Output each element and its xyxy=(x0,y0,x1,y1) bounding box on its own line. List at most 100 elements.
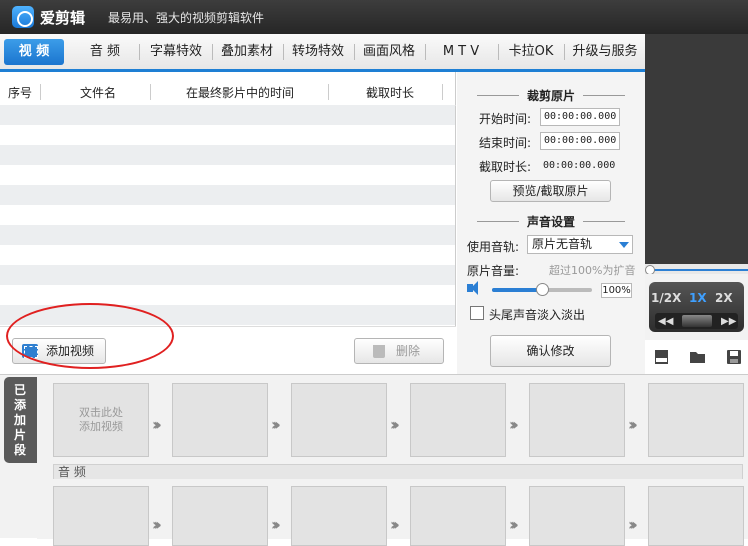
tab-separator xyxy=(139,44,140,60)
transition-arrow-icon: ››› xyxy=(390,515,400,534)
clip-slot[interactable] xyxy=(53,486,149,546)
tab-overlay-material[interactable]: 叠加素材 xyxy=(216,39,278,65)
column-cut-duration[interactable]: 截取时长 xyxy=(366,84,414,101)
tab-separator xyxy=(283,44,284,60)
table-header: 序号 文件名 在最终影片中的时间 截取时长 xyxy=(0,76,456,106)
table-row xyxy=(0,225,455,245)
clip-slot[interactable] xyxy=(529,383,625,457)
clip-slot[interactable] xyxy=(172,383,268,457)
title-bar: 爱剪辑 最易用、强大的视频剪辑软件 xyxy=(0,0,748,34)
table-row xyxy=(0,305,455,325)
clip-slot[interactable]: 双击此处 添加视频 xyxy=(53,383,149,457)
jog-control[interactable]: ◀◀ ▶▶ xyxy=(655,313,738,329)
add-video-button[interactable]: 添加视频 xyxy=(12,338,106,364)
fade-checkbox[interactable] xyxy=(470,306,484,320)
clip-slot[interactable] xyxy=(648,486,744,546)
duration-label: 截取时长: xyxy=(479,160,532,174)
tab-subtitle-effects[interactable]: 字幕特效 xyxy=(145,39,207,65)
transition-arrow-icon: ››› xyxy=(628,515,638,534)
timeline-area: 已添加片段 双击此处 添加视频 ››› ››› ››› ››› ››› 音 频 ›… xyxy=(0,374,748,546)
start-time-label: 开始时间: xyxy=(479,112,532,126)
transition-arrow-icon: ››› xyxy=(390,415,400,434)
tab-mtv[interactable]: M T V xyxy=(430,39,492,65)
speed-double-button[interactable]: 2X xyxy=(715,291,733,305)
tab-separator xyxy=(212,44,213,60)
table-row xyxy=(0,285,455,305)
tab-transition-effects[interactable]: 转场特效 xyxy=(287,39,349,65)
preview-screen[interactable] xyxy=(645,34,748,264)
tab-karaoke[interactable]: 卡拉OK xyxy=(502,39,560,65)
open-folder-icon[interactable] xyxy=(689,349,707,365)
column-separator xyxy=(328,84,329,100)
column-final-time[interactable]: 在最终影片中的时间 xyxy=(186,84,294,101)
start-time-input[interactable]: 00:00:00.000 xyxy=(540,108,620,126)
tab-picture-style[interactable]: 画面风格 xyxy=(358,39,420,65)
column-index[interactable]: 序号 xyxy=(8,84,32,101)
tab-upgrade-service[interactable]: 升级与服务 xyxy=(567,39,643,65)
playback-progress[interactable] xyxy=(645,264,748,275)
clip-slot[interactable] xyxy=(529,486,625,546)
audio-track-value: 原片无音轨 xyxy=(532,237,593,251)
volume-label: 原片音量: xyxy=(467,264,520,278)
column-separator xyxy=(150,84,151,100)
table-row xyxy=(0,125,455,145)
clip-slot[interactable] xyxy=(410,383,506,457)
fast-forward-icon[interactable]: ▶▶ xyxy=(721,316,736,327)
clip-slot[interactable] xyxy=(291,383,387,457)
app-logo-icon xyxy=(12,6,34,28)
added-clips-tab[interactable]: 已添加片段 xyxy=(4,377,37,463)
volume-value-input[interactable]: 100% xyxy=(601,283,632,298)
volume-slider-handle[interactable] xyxy=(536,283,549,296)
new-project-icon[interactable] xyxy=(653,349,671,365)
audio-track-label: 使用音轨: xyxy=(467,240,520,254)
clip-slot[interactable] xyxy=(648,383,744,457)
column-filename[interactable]: 文件名 xyxy=(80,84,116,101)
confirm-button[interactable]: 确认修改 xyxy=(490,335,611,367)
audio-track-select[interactable]: 原片无音轨 xyxy=(527,235,633,254)
clip-settings-panel: 裁剪原片 开始时间: 00:00:00.000 结束时间: 00:00:00.0… xyxy=(457,72,645,374)
transition-arrow-icon: ››› xyxy=(271,515,281,534)
app-slogan: 最易用、强大的视频剪辑软件 xyxy=(108,11,265,25)
progress-track xyxy=(649,269,748,271)
title-rule xyxy=(477,95,519,96)
table-row xyxy=(0,165,455,185)
delete-button[interactable]: 删除 xyxy=(354,338,444,364)
table-footer: 添加视频 删除 xyxy=(0,326,456,374)
transition-arrow-icon: ››› xyxy=(271,415,281,434)
speed-half-button[interactable]: 1/2X xyxy=(651,291,681,305)
sound-section-title: 声音设置 xyxy=(457,213,645,230)
video-clip-row: 双击此处 添加视频 ››› ››› ››› ››› ››› xyxy=(37,375,748,459)
preview-cut-button[interactable]: 预览/截取原片 xyxy=(490,180,611,202)
transition-arrow-icon: ››› xyxy=(152,515,162,534)
column-separator xyxy=(40,84,41,100)
sound-section-title-text: 声音设置 xyxy=(526,215,575,229)
audio-track-bar: 音 频 xyxy=(53,464,743,480)
clip-slot[interactable] xyxy=(410,486,506,546)
tab-separator xyxy=(498,44,499,60)
end-time-label: 结束时间: xyxy=(479,136,532,150)
clip-slot[interactable] xyxy=(172,486,268,546)
tab-audio[interactable]: 音 频 xyxy=(78,39,132,65)
save-icon[interactable] xyxy=(725,349,743,365)
speed-normal-button[interactable]: 1X xyxy=(689,291,707,305)
table-row xyxy=(0,245,455,265)
speaker-icon[interactable] xyxy=(467,281,478,295)
transition-arrow-icon: ››› xyxy=(628,415,638,434)
volume-slider[interactable] xyxy=(492,283,592,296)
transition-arrow-icon: ››› xyxy=(509,415,519,434)
jog-wheel[interactable] xyxy=(682,315,712,327)
chevron-down-icon xyxy=(619,242,629,248)
rewind-icon[interactable]: ◀◀ xyxy=(658,316,673,327)
table-row xyxy=(0,265,455,285)
clip-slot[interactable] xyxy=(291,486,387,546)
cut-section-title: 裁剪原片 xyxy=(457,87,645,104)
table-row xyxy=(0,205,455,225)
tab-video[interactable]: 视 频 xyxy=(4,39,64,65)
trash-icon xyxy=(373,345,385,358)
file-table: 序号 文件名 在最终影片中的时间 截取时长 xyxy=(0,72,456,326)
volume-hint: 超过100%为扩音 xyxy=(549,264,636,277)
delete-label: 删除 xyxy=(395,344,420,358)
table-row xyxy=(0,145,455,165)
end-time-input[interactable]: 00:00:00.000 xyxy=(540,132,620,150)
fade-label: 头尾声音淡入淡出 xyxy=(489,308,586,322)
